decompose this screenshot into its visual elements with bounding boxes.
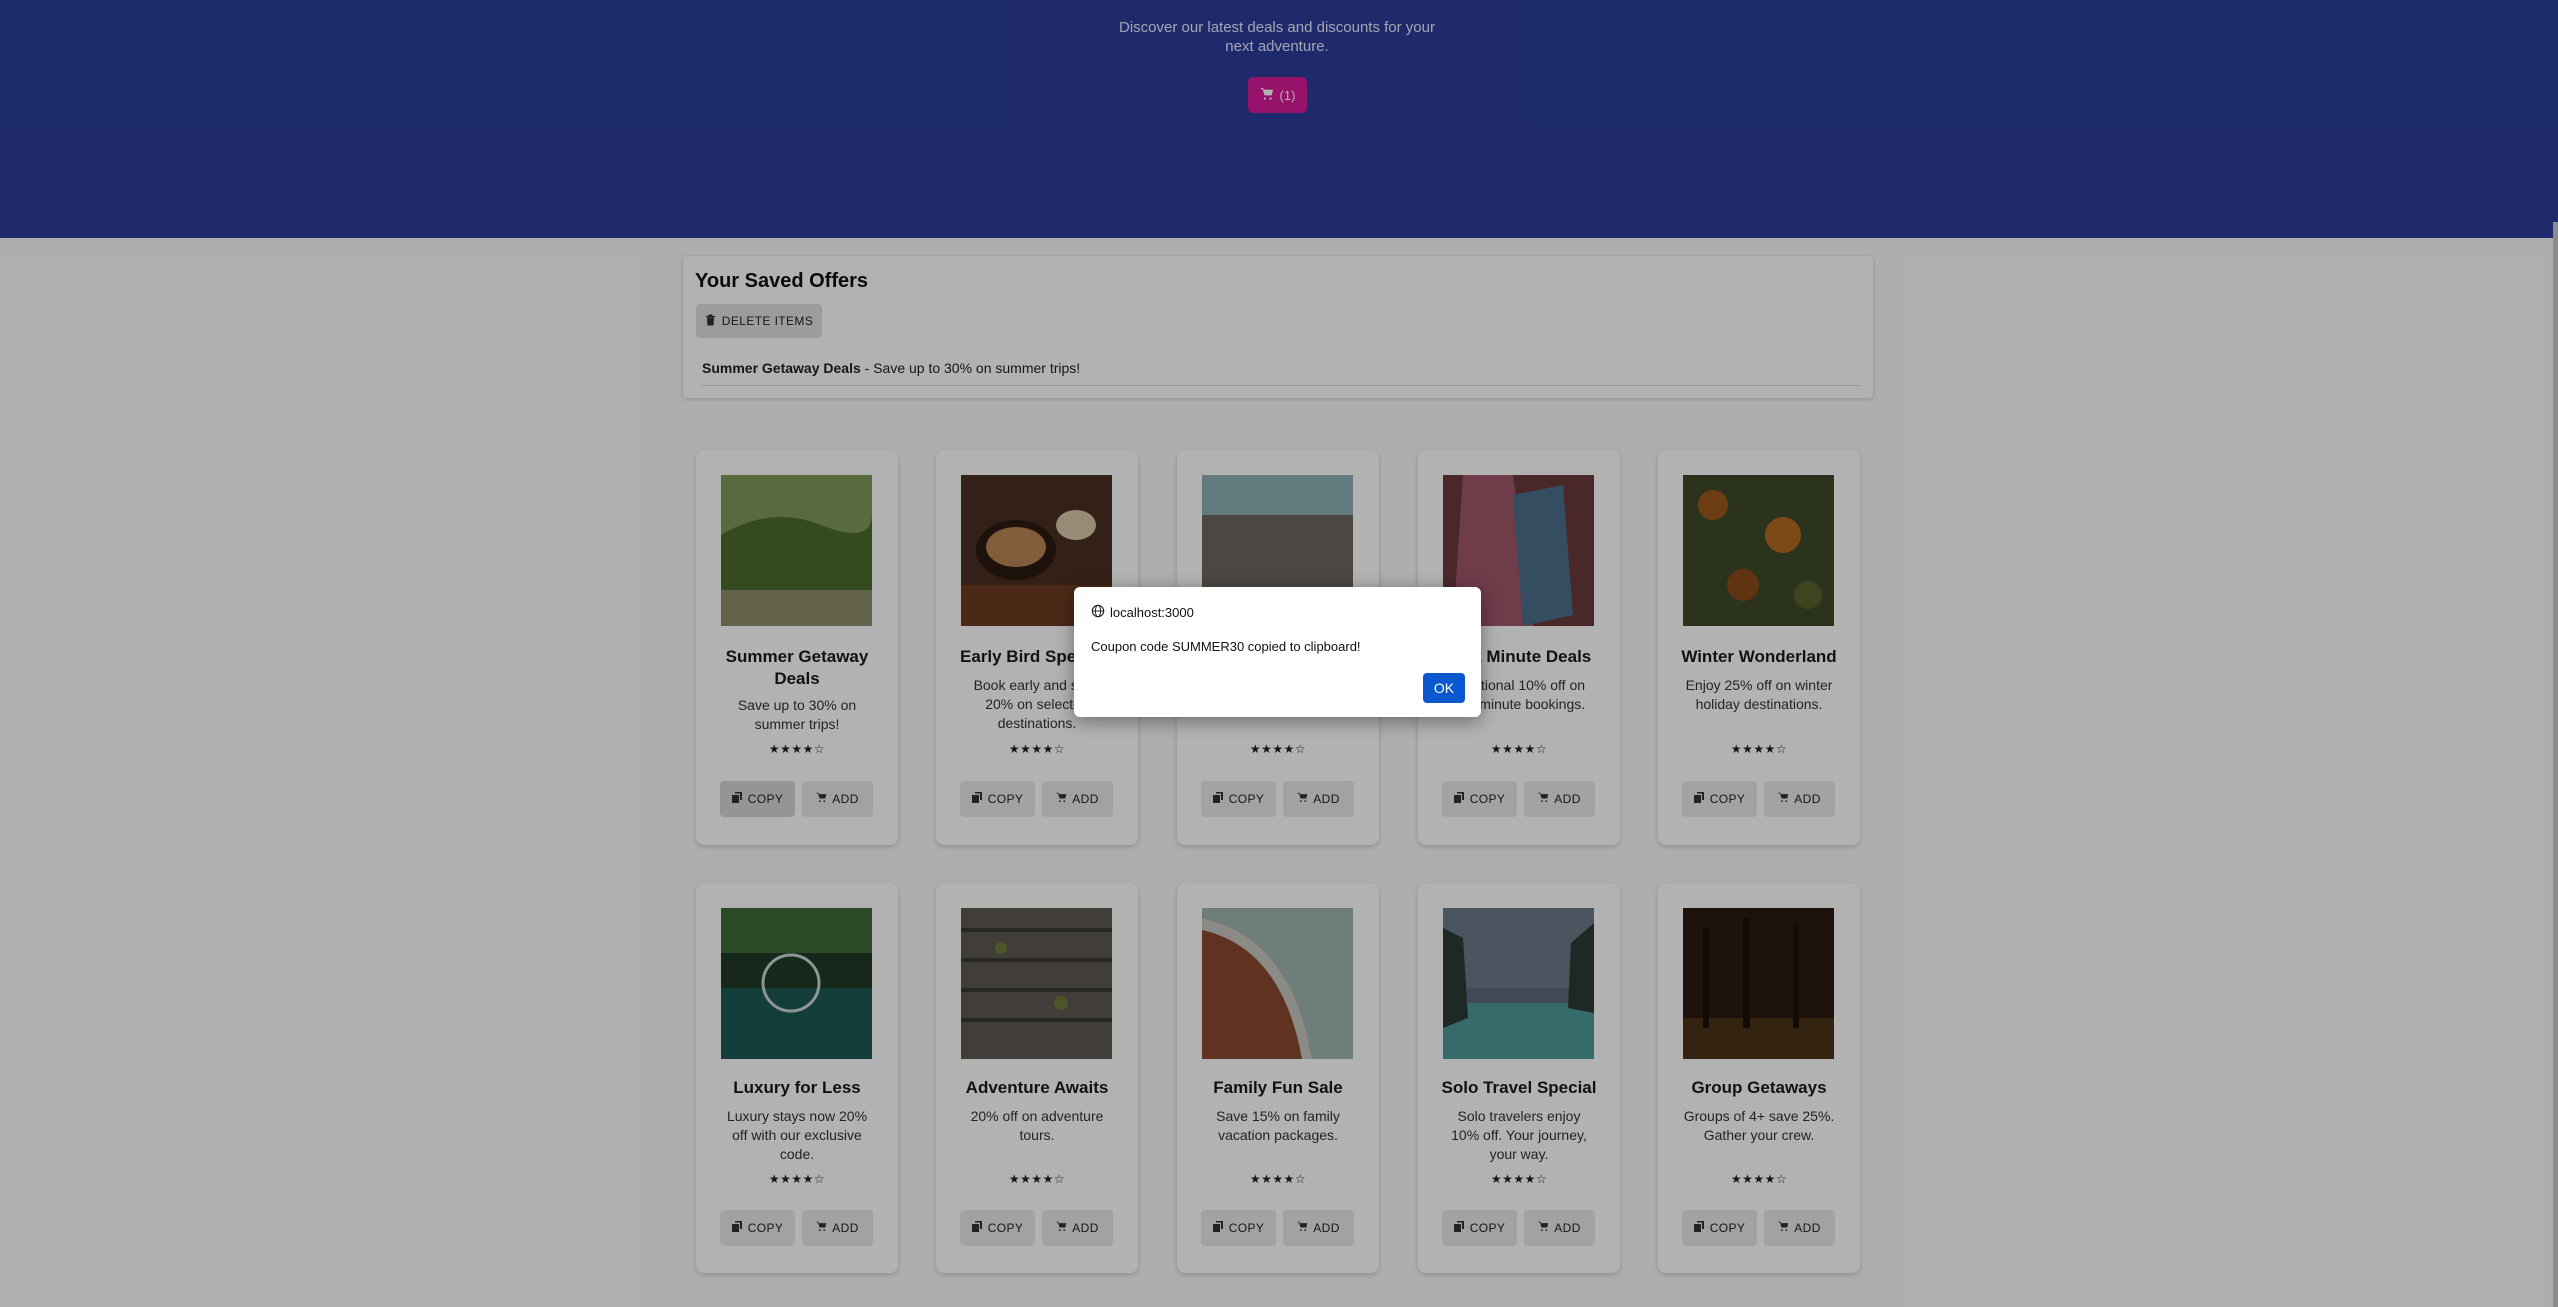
ok-button[interactable]: OK <box>1423 673 1465 703</box>
globe-icon <box>1091 604 1105 621</box>
alert-dialog: localhost:3000 Coupon code SUMMER30 copi… <box>1074 587 1481 717</box>
dialog-origin: localhost:3000 <box>1091 604 1194 621</box>
dialog-message: Coupon code SUMMER30 copied to clipboard… <box>1091 639 1361 654</box>
dialog-origin-text: localhost:3000 <box>1110 605 1194 620</box>
